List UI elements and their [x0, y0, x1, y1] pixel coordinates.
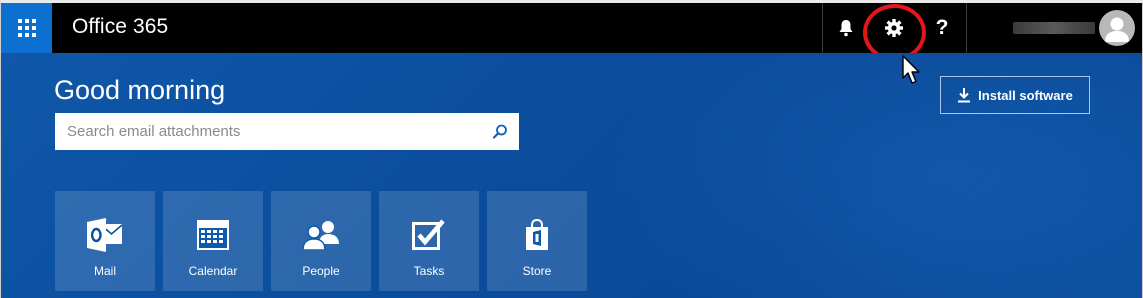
help-button[interactable]: ? — [918, 3, 966, 53]
people-icon — [302, 221, 339, 250]
app-title[interactable]: Office 365 — [72, 15, 168, 39]
tile-label: Tasks — [413, 264, 445, 278]
tile-store[interactable]: Store — [487, 191, 587, 291]
tile-label: Mail — [93, 264, 116, 278]
tile-tasks[interactable]: Tasks — [379, 191, 479, 291]
office365-window: Office 365 ? Good morning Search email a… — [0, 0, 1143, 298]
redacted-user-name[interactable] — [1013, 22, 1095, 34]
search-box[interactable] — [55, 113, 519, 150]
settings-button[interactable] — [870, 3, 918, 53]
app-launcher-icon — [17, 19, 36, 37]
tile-calendar[interactable]: Calendar — [163, 191, 263, 291]
search-input[interactable] — [65, 116, 485, 147]
store-bag-icon — [526, 219, 548, 250]
person-icon — [1105, 17, 1129, 42]
greeting-heading: Good morning — [54, 75, 226, 105]
hero-panel: Good morning Install software — [1, 53, 1142, 298]
outlook-mail-icon — [87, 218, 123, 252]
bell-icon — [839, 20, 853, 37]
gear-icon — [885, 19, 903, 37]
help-icon: ? — [935, 16, 949, 39]
top-navigation-bar: Office 365 ? — [1, 3, 1142, 53]
tile-label: People — [302, 264, 340, 278]
notifications-button[interactable] — [822, 3, 870, 53]
tile-label: Calendar — [188, 264, 238, 278]
calendar-icon — [197, 220, 229, 250]
app-launcher-button[interactable] — [1, 3, 52, 53]
app-tiles: Mail Calendar People Tasks Store — [55, 191, 595, 291]
search-icon[interactable] — [491, 123, 509, 141]
download-icon — [958, 88, 971, 103]
tile-label: Store — [522, 264, 552, 278]
install-software-label: Install software — [978, 87, 1073, 103]
install-software-button[interactable]: Install software — [940, 76, 1090, 114]
tile-mail[interactable]: Mail — [55, 191, 155, 291]
toolbar-divider — [966, 3, 967, 53]
tile-people[interactable]: People — [271, 191, 371, 291]
avatar[interactable] — [1099, 10, 1135, 46]
tasks-checkbox-icon — [412, 219, 445, 250]
